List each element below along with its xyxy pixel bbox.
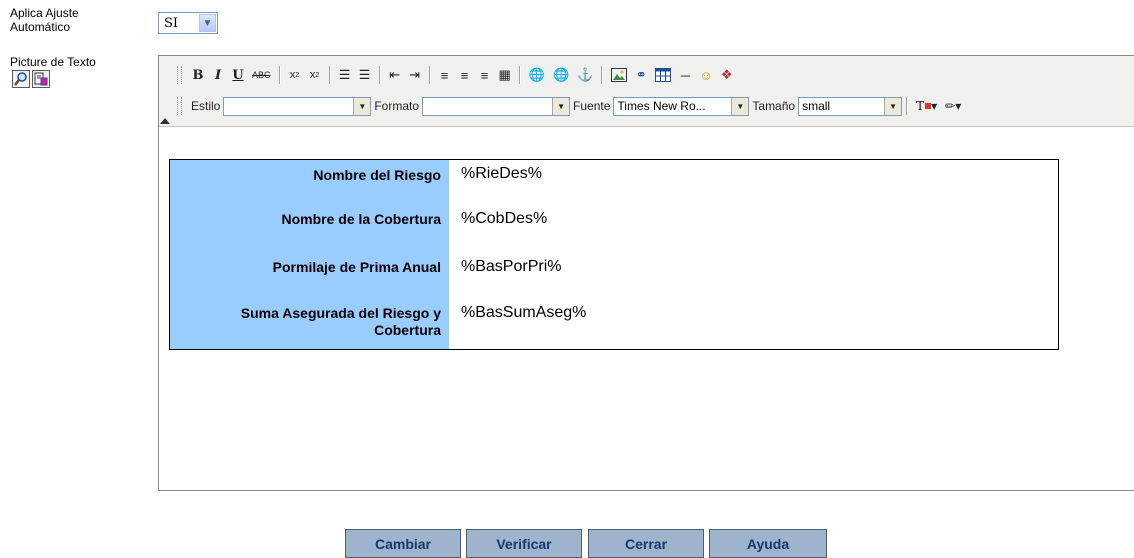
fuente-label: Fuente	[573, 99, 611, 113]
row-value-riesgo: %RieDes%	[461, 165, 542, 182]
link-icon[interactable]: 🌐	[526, 65, 548, 85]
anchor-icon[interactable]: ⚓	[574, 65, 596, 85]
subscript-icon[interactable]: x2	[286, 65, 304, 85]
table-icon[interactable]	[652, 65, 674, 85]
strikethrough-icon[interactable]: ABC	[249, 65, 274, 85]
unordered-list-icon[interactable]: ☰	[356, 65, 374, 85]
horizontal-rule-icon[interactable]: ─	[676, 65, 694, 85]
chevron-down-icon[interactable]: ▼	[552, 97, 570, 115]
bold-icon[interactable]: B	[189, 65, 207, 85]
toolbar-grip	[177, 66, 182, 84]
underline-icon[interactable]: U	[229, 65, 247, 85]
value-column: %RieDes% %CobDes% %BasPorPri% %BasSumAse…	[449, 160, 1058, 349]
toolbar-separator	[518, 66, 521, 84]
collapse-toolbar-icon[interactable]	[160, 118, 170, 124]
label-column: Nombre del Riesgo Nombre de la Cobertura…	[170, 160, 449, 349]
toolbar-separator	[906, 97, 909, 115]
toolbar-row-style: Estilo ▼ Formato ▼ Fuente Times New Ro..…	[177, 94, 965, 118]
row-value-suma: %BasSumAseg%	[461, 304, 587, 321]
cambiar-button[interactable]: Cambiar	[345, 529, 461, 558]
ajuste-select[interactable]: SI ▼	[158, 12, 218, 34]
tamano-select[interactable]: small ▼	[798, 96, 903, 116]
rich-text-editor[interactable]: B I U ABC x2 x2 ☰ ☰ ⇤ ⇥ ≡ ≡ ≡ ▦ 🌐 🌐 ⚓ ⚭ …	[158, 55, 1134, 491]
row-value-cobertura: %CobDes%	[461, 210, 548, 227]
row-value-pormilaje: %BasPorPri%	[461, 258, 562, 275]
chevron-down-icon[interactable]: ▼	[884, 97, 902, 115]
toolbar-grip	[177, 97, 182, 115]
verificar-button[interactable]: Verificar	[466, 529, 582, 558]
tamano-label: Tamaño	[752, 99, 796, 113]
ajuste-label: Aplica Ajuste Automático	[10, 6, 79, 34]
chevron-down-icon[interactable]: ▼	[731, 97, 749, 115]
row-label-pormilaje: Pormilaje de Prima Anual	[272, 259, 441, 275]
image-icon[interactable]	[608, 65, 630, 85]
toolbar-separator	[328, 66, 331, 84]
document-edit-icon[interactable]	[32, 70, 50, 88]
toolbar-row-format: B I U ABC x2 x2 ☰ ☰ ⇤ ⇥ ≡ ≡ ≡ ▦ 🌐 🌐 ⚓ ⚭ …	[177, 63, 737, 87]
estilo-select[interactable]: ▼	[223, 96, 372, 116]
chevron-down-icon[interactable]: ▼	[353, 97, 371, 115]
unlink-icon[interactable]: 🌐	[550, 65, 572, 85]
picture-label: Picture de Texto	[10, 55, 96, 69]
ordered-list-icon[interactable]: ☰	[336, 65, 354, 85]
special-char-icon[interactable]: ❖	[718, 65, 736, 85]
fuente-select-value: Times New Ro...	[617, 99, 706, 113]
fuente-select[interactable]: Times New Ro... ▼	[613, 96, 750, 116]
formato-label: Formato	[374, 99, 420, 113]
content-table[interactable]: Nombre del Riesgo Nombre de la Cobertura…	[169, 159, 1059, 350]
ayuda-button[interactable]: Ayuda	[709, 529, 827, 558]
align-right-icon[interactable]: ≡	[476, 65, 494, 85]
toolbar-separator	[601, 66, 604, 84]
ajuste-select-value: SI	[164, 15, 179, 31]
align-center-icon[interactable]: ≡	[456, 65, 474, 85]
superscript-icon[interactable]: x2	[306, 65, 324, 85]
search-icon[interactable]	[12, 70, 30, 88]
toolbar-separator	[278, 66, 281, 84]
row-label-cobertura: Nombre de la Cobertura	[281, 211, 441, 227]
align-justify-icon[interactable]: ▦	[496, 65, 514, 85]
chevron-down-icon[interactable]: ▼	[199, 14, 216, 32]
background-color-icon[interactable]: ✏▾	[942, 96, 964, 116]
flash-icon[interactable]: ⚭	[632, 65, 650, 85]
toolbar-separator	[378, 66, 381, 84]
row-label-riesgo: Nombre del Riesgo	[313, 167, 441, 183]
formato-select[interactable]: ▼	[422, 96, 571, 116]
cerrar-button[interactable]: Cerrar	[588, 529, 704, 558]
row-label-suma: Suma Asegurada del Riesgo y Cobertura	[240, 305, 441, 338]
tamano-select-value: small	[802, 99, 831, 113]
align-left-icon[interactable]: ≡	[436, 65, 454, 85]
estilo-label: Estilo	[191, 99, 221, 113]
picture-tools	[12, 70, 50, 88]
outdent-icon[interactable]: ⇤	[386, 65, 404, 85]
smiley-icon[interactable]: ☺	[696, 65, 715, 85]
indent-icon[interactable]: ⇥	[406, 65, 424, 85]
editor-toolbar: B I U ABC x2 x2 ☰ ☰ ⇤ ⇥ ≡ ≡ ≡ ▦ 🌐 🌐 ⚓ ⚭ …	[159, 56, 1134, 127]
toolbar-separator	[428, 66, 431, 84]
text-color-icon[interactable]: T ▾	[913, 96, 940, 116]
italic-icon[interactable]: I	[209, 65, 227, 85]
